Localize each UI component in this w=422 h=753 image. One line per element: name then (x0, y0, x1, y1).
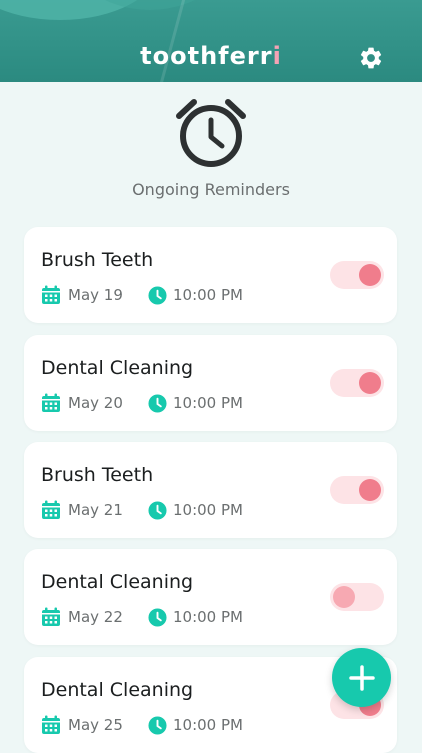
calendar-icon (42, 607, 60, 626)
alarm-clock-icon (176, 99, 246, 167)
reminder-title: Brush Teeth (41, 249, 154, 271)
reminder-toggle[interactable] (330, 476, 384, 504)
calendar-icon (42, 500, 60, 519)
toggle-knob (359, 264, 381, 286)
clock-icon (148, 393, 167, 413)
clock-icon (148, 715, 167, 735)
reminder-date: May 20 (68, 394, 123, 412)
reminder-card[interactable]: Brush Teeth May 19 10:00 PM (24, 227, 397, 323)
calendar-icon (42, 285, 60, 304)
reminder-date: May 25 (68, 716, 123, 734)
reminder-time: 10:00 PM (173, 394, 243, 412)
reminder-title: Dental Cleaning (41, 357, 194, 379)
reminder-toggle[interactable] (330, 369, 384, 397)
plus-icon (348, 664, 375, 691)
reminder-card[interactable]: Dental Cleaning May 20 10:00 PM (24, 335, 397, 431)
reminder-time: 10:00 PM (173, 716, 243, 734)
toggle-knob (359, 479, 381, 501)
toggle-knob (333, 586, 355, 608)
clock-icon (148, 285, 167, 305)
reminder-meta: May 21 10:00 PM (41, 500, 243, 520)
reminder-title: Dental Cleaning (41, 571, 194, 593)
reminder-title: Dental Cleaning (41, 679, 194, 701)
toggle-knob (359, 372, 381, 394)
reminder-date: May 19 (68, 286, 123, 304)
clock-icon (148, 607, 167, 627)
reminder-title: Brush Teeth (41, 464, 154, 486)
reminder-toggle[interactable] (330, 583, 384, 611)
reminder-card[interactable]: Brush Teeth May 21 10:00 PM (24, 442, 397, 538)
app-logo-accent: i (272, 42, 282, 70)
reminder-date: May 21 (68, 501, 123, 519)
calendar-icon (42, 393, 60, 412)
reminder-meta: May 20 10:00 PM (41, 393, 243, 413)
app-logo-main: toothferr (140, 42, 273, 70)
app-header: toothferri (0, 0, 422, 82)
add-reminder-button[interactable] (332, 648, 391, 707)
reminder-meta: May 25 10:00 PM (41, 715, 243, 735)
reminder-time: 10:00 PM (173, 608, 243, 626)
reminder-date: May 22 (68, 608, 123, 626)
section-title: Ongoing Reminders (132, 180, 290, 199)
reminder-time: 10:00 PM (173, 501, 243, 519)
reminder-meta: May 22 10:00 PM (41, 607, 243, 627)
clock-icon (148, 500, 167, 520)
calendar-icon (42, 715, 60, 734)
reminder-time: 10:00 PM (173, 286, 243, 304)
reminder-meta: May 19 10:00 PM (41, 285, 243, 305)
reminder-toggle[interactable] (330, 261, 384, 289)
gear-icon[interactable] (358, 45, 384, 71)
reminder-card[interactable]: Dental Cleaning May 22 10:00 PM (24, 549, 397, 645)
